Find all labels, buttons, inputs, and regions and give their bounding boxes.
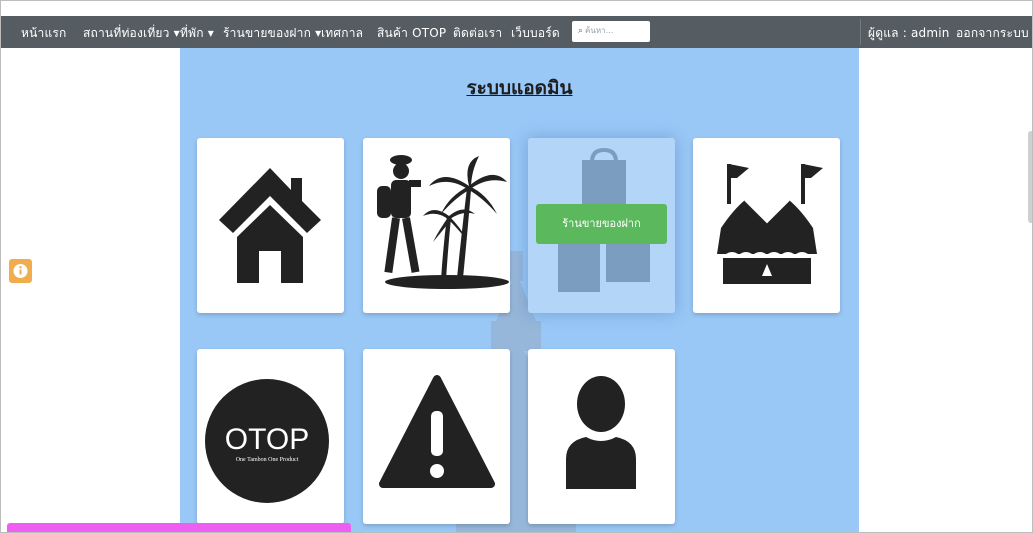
warning-icon [379,375,495,488]
info-button[interactable] [9,259,32,283]
status-bar [7,523,351,532]
tent-icon [717,164,823,284]
nav-souvenir[interactable]: ร้านขายของฝาก ▾ [223,24,321,43]
nav-contact[interactable]: ติดต่อเรา [453,24,502,43]
card-accommodation[interactable] [693,138,840,313]
card-home[interactable] [197,138,344,313]
nav-otop[interactable]: สินค้า OTOP [377,24,446,43]
card-user[interactable] [528,349,675,524]
nav-home[interactable]: หน้าแรก [21,24,67,43]
user-icon [566,376,636,489]
top-strip [1,1,1032,16]
page-title: ระบบแอดมิน [466,77,573,99]
nav-webboard[interactable]: เว็บบอร์ด [511,24,560,43]
traveler-palm-icon [377,155,509,289]
search-input[interactable]: ⌕ ค้นหา... [572,21,650,42]
nav-accommodation[interactable]: ที่พัก ▾ [180,24,214,43]
admin-user-label: ผู้ดูแล : admin [868,26,950,40]
otop-logo-text: OTOP [225,423,309,456]
souvenir-shop-label[interactable]: ร้านขายของฝาก [536,204,667,244]
caret-down-icon: ▾ [169,26,180,40]
logout-link[interactable]: ออกจากระบบ [956,24,1029,43]
search-icon: ⌕ [578,26,584,36]
top-navbar: หน้าแรก สถานที่ท่องเที่ยว ▾ ที่พัก ▾ ร้า… [1,16,1032,48]
card-attractions[interactable] [363,138,510,313]
scrollbar-thumb[interactable] [1028,131,1032,223]
nav-attractions[interactable]: สถานที่ท่องเที่ยว ▾ [83,24,180,43]
browser-page: หน้าแรก สถานที่ท่องเที่ยว ▾ ที่พัก ▾ ร้า… [0,0,1033,533]
caret-down-icon: ▾ [311,26,322,40]
nav-festival[interactable]: เทศกาล [321,24,363,43]
navbar-divider [860,19,861,45]
caret-down-icon: ▾ [203,26,214,40]
info-icon [13,264,28,278]
card-warning[interactable] [363,349,510,524]
card-souvenir-shop[interactable]: ร้านขายของฝาก [528,138,675,313]
otop-logo-subtext: One Tambon One Product [236,457,299,463]
home-icon [219,168,321,283]
card-otop[interactable]: OTOP One Tambon One Product [197,349,344,524]
otop-logo: OTOP One Tambon One Product [205,379,329,503]
